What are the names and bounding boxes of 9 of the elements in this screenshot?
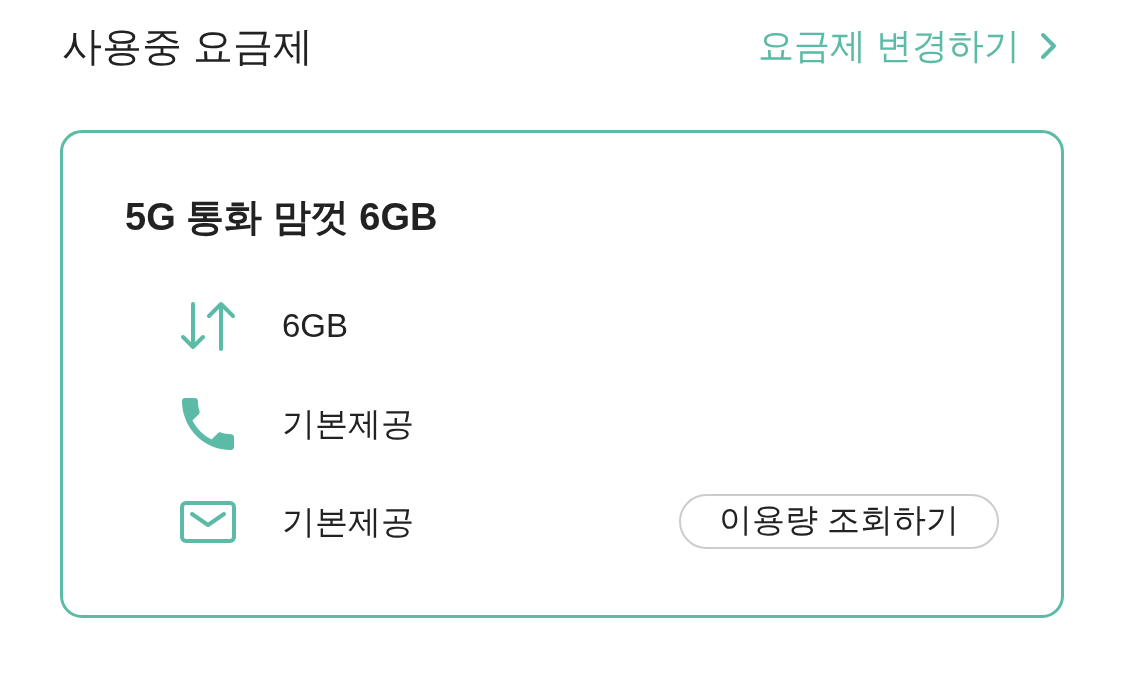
up-down-arrows-icon (180, 299, 236, 352)
plan-name: 5G 통화 맘껏 6GB (125, 195, 439, 240)
allowance-value: 기본제공 (282, 501, 414, 542)
phone-icon (180, 397, 236, 450)
chevron-right-icon (1040, 32, 1057, 60)
allowance-value: 기본제공 (282, 403, 414, 444)
section-title: 사용중 요금제 (62, 23, 314, 70)
usage-check-button[interactable]: 이용량 조회하기 (678, 494, 999, 549)
allowance-value: 6GB (282, 305, 349, 346)
